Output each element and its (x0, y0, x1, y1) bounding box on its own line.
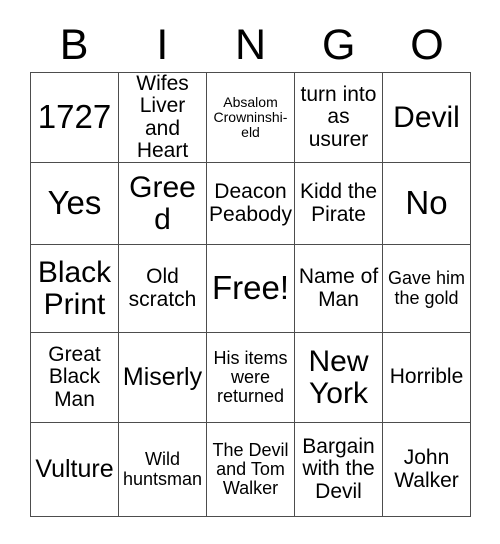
bingo-cell-b1[interactable]: 1727 (31, 73, 119, 163)
bingo-cell-n5[interactable]: The Devil and Tom Walker (207, 423, 295, 517)
bingo-header-letter-g: G (321, 20, 356, 69)
bingo-header-letter-b: B (59, 20, 89, 69)
bingo-cell-b3[interactable]: Black Print (31, 245, 119, 333)
bingo-cell-o3[interactable]: Gave him the gold (383, 245, 471, 333)
bingo-cell-i5[interactable]: Wild huntsman (119, 423, 207, 517)
bingo-cell-i3[interactable]: Old scratch (119, 245, 207, 333)
bingo-grid: 1727 Wifes Liver and Heart Absalom Crown… (30, 72, 471, 517)
bingo-header-letter-n: N (234, 20, 267, 69)
bingo-cell-o1[interactable]: Devil (383, 73, 471, 163)
bingo-cell-b4[interactable]: Great Black Man (31, 333, 119, 423)
bingo-cell-i1[interactable]: Wifes Liver and Heart (119, 73, 207, 163)
bingo-cell-free-space[interactable]: Free! (207, 245, 295, 333)
bingo-cell-o2[interactable]: No (383, 163, 471, 245)
bingo-cell-o4[interactable]: Horrible (383, 333, 471, 423)
bingo-cell-o5[interactable]: John Walker (383, 423, 471, 517)
bingo-cell-g3[interactable]: Name of Man (295, 245, 383, 333)
bingo-cell-g4[interactable]: New York (295, 333, 383, 423)
bingo-cell-g2[interactable]: Kidd the Pirate (295, 163, 383, 245)
bingo-cell-g5[interactable]: Bargain with the Devil (295, 423, 383, 517)
bingo-cell-g1[interactable]: turn into as usurer (295, 73, 383, 163)
bingo-cell-i4[interactable]: Miserly (119, 333, 207, 423)
bingo-cell-i2[interactable]: Greed (119, 163, 207, 245)
bingo-header-letter-o: O (410, 20, 444, 69)
bingo-header-letter-i: I (156, 20, 169, 69)
bingo-header-row: B I N G O (30, 18, 471, 72)
bingo-cell-n4[interactable]: His items were returned (207, 333, 295, 423)
bingo-cell-n2[interactable]: Deacon Peabody (207, 163, 295, 245)
bingo-cell-b2[interactable]: Yes (31, 163, 119, 245)
bingo-cell-n1[interactable]: Absalom Crowninshi-eld (207, 73, 295, 163)
bingo-cell-b5[interactable]: Vulture (31, 423, 119, 517)
bingo-card: B I N G O 1727 Wifes Liver and Heart Abs… (0, 0, 500, 544)
